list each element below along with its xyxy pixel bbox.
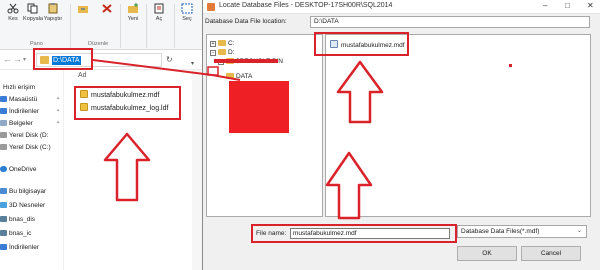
- move-to-button[interactable]: [72, 3, 94, 16]
- expand-icon[interactable]: +: [210, 41, 216, 47]
- minimize-icon[interactable]: –: [543, 1, 547, 10]
- file-type-select[interactable]: Database Data Files(*.mdf) ⌄: [457, 225, 587, 238]
- move-folder-icon: [78, 6, 88, 13]
- nav-onedrive[interactable]: OneDrive: [0, 164, 36, 176]
- highlight-address-box: [33, 48, 93, 70]
- drive-icon: [0, 144, 7, 150]
- nav-this-pc[interactable]: Bu bilgisayar: [0, 186, 46, 198]
- pin-icon[interactable]: ✦: [56, 108, 60, 114]
- redacted-block: [229, 81, 289, 133]
- recent-chevron-icon[interactable]: ▾: [23, 56, 26, 63]
- tree-item-c[interactable]: + C:: [210, 39, 235, 48]
- close-icon[interactable]: ✕: [587, 1, 594, 10]
- chevron-down-icon: ⌄: [576, 228, 582, 234]
- file-explorer-window: Kes Kopyala Yapıştır Yeni Aç Seç Pano Dü…: [0, 0, 202, 270]
- drive-icon: [0, 132, 7, 138]
- file-list: mustafabukulmez.mdf: [325, 34, 591, 217]
- sql-server-icon: [207, 3, 215, 11]
- maximize-icon[interactable]: □: [565, 1, 570, 10]
- cancel-button[interactable]: Cancel: [521, 246, 581, 261]
- folder-icon: [218, 40, 226, 46]
- copy-icon: [27, 3, 38, 14]
- select-all-icon: [181, 3, 193, 14]
- download-icon: [0, 244, 7, 250]
- copy-button[interactable]: Kopyala: [22, 3, 44, 22]
- properties-icon: [154, 3, 164, 14]
- forward-arrow-icon[interactable]: →: [13, 54, 22, 64]
- pin-icon[interactable]: ✦: [56, 96, 60, 102]
- tree-item-d[interactable]: − D:: [210, 48, 235, 57]
- network-drive-icon: [0, 216, 7, 222]
- red-dot-marker: [509, 64, 512, 67]
- nav-quick-access[interactable]: Hızlı erişim: [3, 82, 35, 94]
- nav-desktop[interactable]: Masaüstü: [0, 94, 37, 106]
- clipboard-icon: [48, 3, 58, 14]
- documents-icon: [0, 120, 7, 126]
- location-label: Database Data File location:: [205, 18, 287, 25]
- ribbon: Kes Kopyala Yapıştır Yeni Aç Seç Pano Dü…: [0, 0, 202, 50]
- cloud-icon: [0, 166, 7, 172]
- computer-icon: [0, 188, 7, 194]
- highlight-filename-box: [251, 224, 457, 243]
- address-dropdown-icon[interactable]: ▾: [191, 60, 194, 67]
- nav-bnas-ic[interactable]: bnas_ic: [0, 228, 31, 240]
- address-bar-row: ← → ▾ D:\DATA ▾ ↻: [0, 50, 202, 70]
- column-header-name[interactable]: Ad: [78, 72, 87, 79]
- location-field[interactable]: D:\DATA: [310, 16, 590, 28]
- tree-item-data[interactable]: DATA: [226, 72, 252, 81]
- paste-button[interactable]: Yapıştır: [42, 3, 64, 22]
- nav-documents[interactable]: Belgeler: [0, 118, 33, 130]
- nav-downloads[interactable]: İndirilenler: [0, 106, 39, 118]
- delete-button[interactable]: [96, 3, 118, 16]
- navigation-pane: Hızlı erişim Masaüstü İndirilenler Belge…: [0, 70, 64, 270]
- folder-icon: [226, 73, 234, 79]
- dialog-title: Locate Database Files - DESKTOP-17SH00R\…: [219, 2, 393, 9]
- select-button[interactable]: Seç: [176, 3, 198, 22]
- cube-icon: [0, 202, 7, 208]
- dialog-titlebar: Locate Database Files - DESKTOP-17SH00R\…: [203, 0, 600, 14]
- folder-icon: [218, 49, 226, 55]
- clipboard-group-label: Pano: [30, 41, 43, 47]
- highlight-mdf-box: [314, 32, 409, 56]
- redacted-bar: [214, 59, 278, 63]
- collapse-icon[interactable]: −: [210, 50, 216, 56]
- nav-local-disk-d[interactable]: Yerel Disk (D:: [0, 130, 49, 142]
- new-folder-icon: [128, 3, 138, 13]
- new-item-button[interactable]: Yeni: [122, 3, 144, 22]
- nav-3d-objects[interactable]: 3D Nesneler: [0, 200, 45, 212]
- nav-local-disk-c[interactable]: Yerel Disk (C:): [0, 142, 51, 154]
- download-icon: [0, 108, 7, 114]
- organize-group-label: Düzenle: [88, 41, 109, 47]
- network-drive-icon: [0, 230, 7, 236]
- back-arrow-icon[interactable]: ←: [3, 54, 12, 64]
- highlight-files-box: [74, 86, 181, 120]
- folder-tree: +C: −D: +$RECYCLE.BIN DATA: [206, 34, 323, 217]
- delete-x-icon: [102, 4, 112, 13]
- cut-button[interactable]: Kes: [2, 3, 24, 22]
- refresh-icon[interactable]: ↻: [166, 55, 173, 64]
- open-button[interactable]: Aç: [148, 3, 170, 22]
- nav-bnas-dis[interactable]: bnas_dis: [0, 214, 35, 226]
- vertical-scrollbar[interactable]: [192, 70, 202, 270]
- nav-downloads-2[interactable]: İndirilenler: [0, 242, 39, 254]
- ok-button[interactable]: OK: [457, 246, 517, 261]
- pin-icon[interactable]: ✦: [56, 120, 60, 126]
- scissors-icon: [7, 3, 19, 14]
- desktop-icon: [0, 96, 7, 102]
